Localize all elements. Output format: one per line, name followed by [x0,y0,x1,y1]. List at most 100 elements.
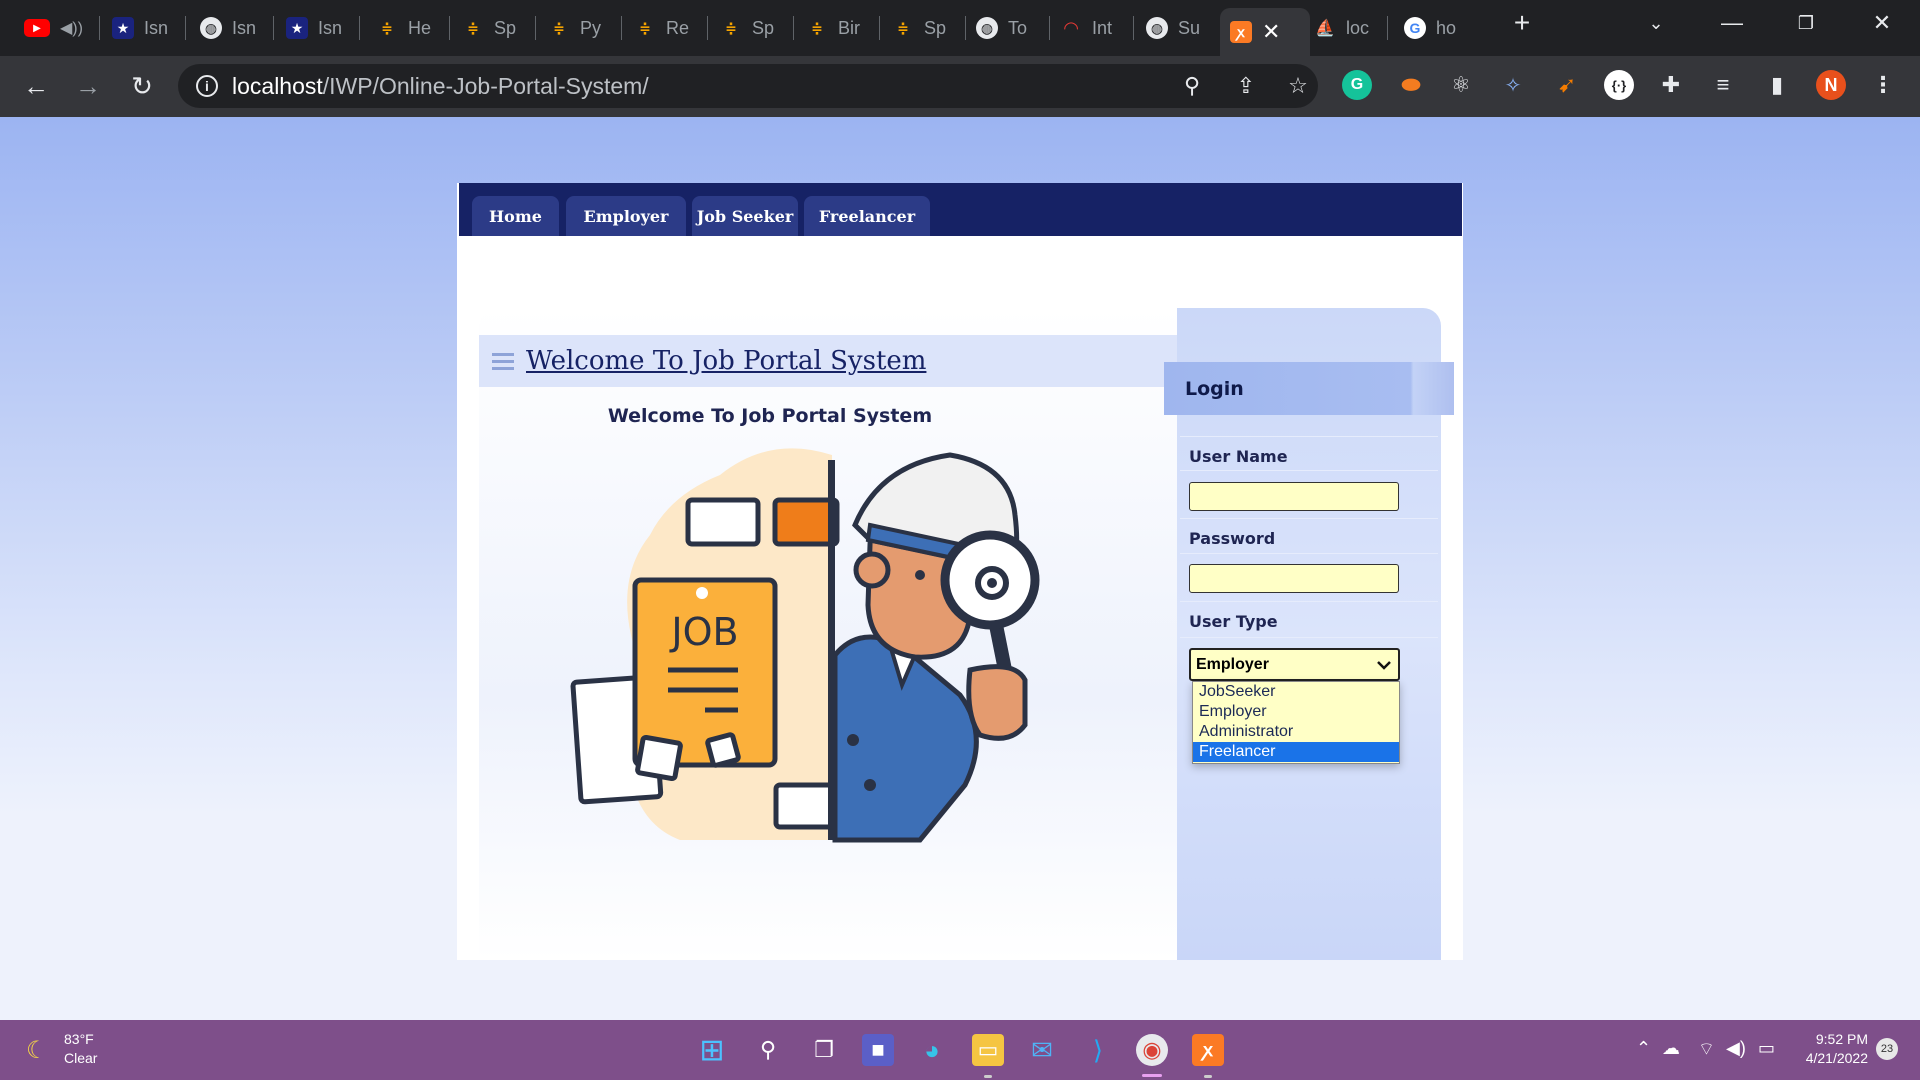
tab-separator [1387,16,1388,40]
tab-loc[interactable]: ⛵ loc [1314,10,1388,46]
xampp-icon: ꭗ [1230,21,1252,43]
usertype-dropdown-list: JobSeeker Employer Administrator Freelan… [1192,681,1400,764]
tab-search-icon[interactable]: ⌄ [1624,0,1688,46]
wifi-icon[interactable]: ⌔ [1698,1038,1715,1061]
chrome-icon[interactable]: ◉ [1136,1034,1168,1066]
back-button[interactable]: ← [18,68,54,104]
nav-employer[interactable]: Employer [566,196,686,236]
extensions-puzzle-icon[interactable]: ✚ [1656,70,1686,100]
tab-separator [1049,16,1050,40]
address-bar[interactable]: i localhost/IWP/Online-Job-Portal-System… [178,64,1318,108]
tab-youtube[interactable]: ▶ ◀)) [24,10,100,46]
username-input[interactable] [1189,482,1399,511]
clock[interactable]: 9:52 PM 4/21/2022 [1796,1030,1868,1068]
tab-ho[interactable]: G ho [1404,10,1470,46]
side-panel-icon[interactable]: ▮ [1762,70,1792,100]
tab-re[interactable]: ≑ Re [634,10,708,46]
tab-title: Su [1178,17,1201,38]
option-administrator[interactable]: Administrator [1193,722,1399,742]
tab-title: Py [580,17,602,38]
grammarly-icon[interactable]: G [1342,70,1372,100]
media-control-icon[interactable]: ≡ [1708,70,1738,100]
row-divider [1180,601,1438,602]
tab-sp-2[interactable]: ≑ Sp [720,10,794,46]
search-icon[interactable]: ⚲ [752,1034,784,1066]
option-freelancer[interactable]: Freelancer [1193,742,1399,762]
tab-isn-2[interactable]: ◍ Isn [200,10,274,46]
chevron-up-icon[interactable]: ⌃ [1636,1038,1651,1059]
row-divider [1180,553,1438,554]
teams-chat-icon[interactable]: ■ [862,1034,894,1066]
hackerrank-icon: ≑ [897,19,909,36]
tab-he[interactable]: ≑ He [376,10,450,46]
login-title: Login [1164,362,1454,415]
card-shape [772,497,840,547]
extension-icon[interactable]: ✧ [1498,70,1528,100]
tab-xampp-active[interactable]: ꭗ ✕ [1220,8,1310,56]
new-tab-button[interactable]: + [1490,0,1554,46]
globe-icon: ◍ [976,17,998,39]
tab-sp-3[interactable]: ≑ Sp [892,10,966,46]
globe-icon: ◍ [200,17,222,39]
extension-icon[interactable]: ⬬ [1396,70,1426,100]
pupil-shape [987,578,997,588]
star-icon: ★ [286,17,308,39]
tab-title: To [1008,17,1028,38]
battery-icon[interactable]: ▭ [1758,1038,1775,1059]
restore-button[interactable]: ❐ [1774,0,1838,46]
reload-button[interactable]: ↻ [124,68,160,104]
tab-to[interactable]: ◍ To [976,10,1050,46]
mail-icon[interactable]: ✉ [1026,1034,1058,1066]
tab-title: Sp [924,17,947,38]
volume-icon[interactable]: ◀) [1726,1038,1746,1059]
url-text[interactable]: localhost/IWP/Online-Job-Portal-System/ [232,73,649,100]
forward-button[interactable]: → [70,68,106,104]
bookmark-star-icon[interactable]: ☆ [1284,72,1312,100]
tab-title: Isn [144,17,169,38]
tab-bir[interactable]: ≑ Bir [806,10,880,46]
welcome-heading-link[interactable]: Welcome To Job Portal System [526,346,926,376]
tab-py[interactable]: ≑ Py [548,10,622,46]
option-jobseeker[interactable]: JobSeeker [1193,682,1399,702]
hackerrank-icon: ≑ [553,19,565,36]
onedrive-icon[interactable]: ☁ [1662,1038,1680,1059]
globe-icon: ◍ [1146,17,1168,39]
file-explorer-icon[interactable]: ▭ [972,1034,1004,1066]
zoom-icon[interactable]: ⚲ [1178,72,1206,100]
tab-sp-1[interactable]: ≑ Sp [462,10,536,46]
minimize-button[interactable]: — [1700,0,1764,46]
close-window-button[interactable]: ✕ [1850,0,1914,46]
close-tab-icon[interactable]: ✕ [1262,19,1280,45]
extension-icon[interactable]: ➹ [1552,70,1582,100]
profile-avatar[interactable]: N [1816,70,1846,100]
xampp-icon[interactable]: ꭗ [1192,1034,1224,1066]
weather-widget[interactable]: 83°F Clear [64,1030,97,1068]
tab-isn-3[interactable]: ★ Isn [286,10,360,46]
nav-freelancer[interactable]: Freelancer [804,196,930,236]
task-view-icon[interactable]: ❐ [808,1034,840,1066]
tab-int[interactable]: ◠ Int [1060,10,1134,46]
tab-title: He [408,17,432,38]
main-nav: Home Employer Job Seeker Freelancer [459,183,1462,236]
edge-icon[interactable]: ◕ [916,1034,948,1066]
username-label: User Name [1189,447,1288,466]
nav-job-seeker[interactable]: Job Seeker [692,196,798,236]
option-employer[interactable]: Employer [1193,702,1399,722]
browser-tab-bar: ▶ ◀)) ★ Isn ◍ Isn ★ Isn ≑ He ≑ Sp ≑ Py ≑… [0,0,1920,56]
chrome-menu-icon[interactable]: ⋮ [1868,70,1898,100]
windows-start-icon[interactable]: ⊞ [696,1034,728,1067]
tab-title: loc [1346,17,1370,38]
tab-su[interactable]: ◍ Su [1146,10,1212,46]
vscode-icon[interactable]: ⟩ [1082,1034,1114,1066]
nav-home[interactable]: Home [472,196,559,236]
tab-separator [273,16,274,40]
usertype-select[interactable]: Employer [1189,648,1400,681]
share-icon[interactable]: ⇪ [1232,72,1260,100]
notification-badge[interactable]: 23 [1876,1038,1898,1060]
react-devtools-icon[interactable]: ⚛ [1446,70,1476,100]
extension-icon[interactable]: {·} [1604,70,1634,100]
button-shape [847,734,859,746]
tab-isn-1[interactable]: ★ Isn [112,10,186,46]
site-info-icon[interactable]: i [196,75,218,97]
password-input[interactable] [1189,564,1399,593]
